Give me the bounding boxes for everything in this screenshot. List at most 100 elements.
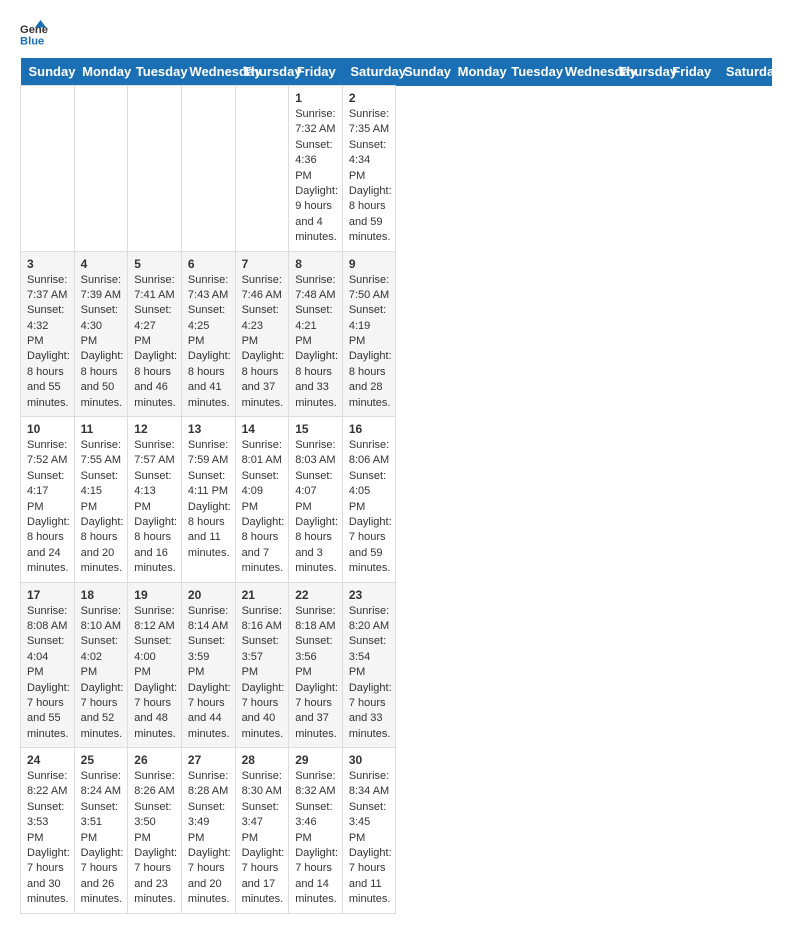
day-number: 25 bbox=[81, 753, 122, 767]
day-info: Sunrise: 7:32 AM Sunset: 4:36 PM Dayligh… bbox=[295, 107, 336, 246]
calendar-cell: 8 Sunrise: 7:48 AM Sunset: 4:21 PM Daylig… bbox=[289, 251, 343, 417]
day-info: Sunrise: 7:43 AM Sunset: 4:25 PM Dayligh… bbox=[188, 273, 229, 412]
calendar-cell: 25 Sunrise: 8:24 AM Sunset: 3:51 PM Dayli… bbox=[74, 748, 128, 914]
header-thursday: Thursday bbox=[235, 58, 289, 86]
calendar-cell: 11 Sunrise: 7:55 AM Sunset: 4:15 PM Dayli… bbox=[74, 417, 128, 583]
day-info: Sunrise: 7:55 AM Sunset: 4:15 PM Dayligh… bbox=[81, 438, 122, 577]
calendar-cell: 12 Sunrise: 7:57 AM Sunset: 4:13 PM Dayli… bbox=[128, 417, 182, 583]
calendar-cell: 28 Sunrise: 8:30 AM Sunset: 3:47 PM Dayli… bbox=[235, 748, 289, 914]
day-info: Sunrise: 8:32 AM Sunset: 3:46 PM Dayligh… bbox=[295, 769, 336, 908]
day-number: 18 bbox=[81, 588, 122, 602]
calendar-cell: 20 Sunrise: 8:14 AM Sunset: 3:59 PM Dayli… bbox=[181, 582, 235, 748]
day-info: Sunrise: 8:08 AM Sunset: 4:04 PM Dayligh… bbox=[27, 604, 68, 743]
logo: General Blue bbox=[20, 20, 52, 48]
day-info: Sunrise: 7:48 AM Sunset: 4:21 PM Dayligh… bbox=[295, 273, 336, 412]
day-number: 26 bbox=[134, 753, 175, 767]
day-number: 16 bbox=[349, 422, 390, 436]
day-info: Sunrise: 8:26 AM Sunset: 3:50 PM Dayligh… bbox=[134, 769, 175, 908]
day-info: Sunrise: 8:28 AM Sunset: 3:49 PM Dayligh… bbox=[188, 769, 229, 908]
calendar-cell bbox=[128, 86, 182, 252]
calendar-cell: 23 Sunrise: 8:20 AM Sunset: 3:54 PM Dayli… bbox=[342, 582, 396, 748]
day-number: 8 bbox=[295, 257, 336, 271]
day-info: Sunrise: 8:18 AM Sunset: 3:56 PM Dayligh… bbox=[295, 604, 336, 743]
calendar-cell: 14Sunrise: 8:01 AM Sunset: 4:09 PM Dayli… bbox=[235, 417, 289, 583]
calendar-cell: 6 Sunrise: 7:43 AM Sunset: 4:25 PM Daylig… bbox=[181, 251, 235, 417]
day-info: Sunrise: 7:46 AM Sunset: 4:23 PM Dayligh… bbox=[242, 273, 283, 412]
header-friday: Friday bbox=[664, 58, 718, 86]
svg-text:Blue: Blue bbox=[20, 35, 44, 47]
calendar-week-row: 17 Sunrise: 8:08 AM Sunset: 4:04 PM Dayli… bbox=[21, 582, 772, 748]
header-wednesday: Wednesday bbox=[557, 58, 611, 86]
day-number: 12 bbox=[134, 422, 175, 436]
calendar-cell: 9Sunrise: 7:50 AM Sunset: 4:19 PM Daylig… bbox=[342, 251, 396, 417]
day-info: Sunrise: 8:10 AM Sunset: 4:02 PM Dayligh… bbox=[81, 604, 122, 743]
day-number: 1 bbox=[295, 91, 336, 105]
day-number: 7 bbox=[242, 257, 283, 271]
day-info: Sunrise: 7:57 AM Sunset: 4:13 PM Dayligh… bbox=[134, 438, 175, 577]
day-info: Sunrise: 7:39 AM Sunset: 4:30 PM Dayligh… bbox=[81, 273, 122, 412]
day-info: Sunrise: 8:22 AM Sunset: 3:53 PM Dayligh… bbox=[27, 769, 68, 908]
calendar-cell: 1 Sunrise: 7:32 AM Sunset: 4:36 PM Daylig… bbox=[289, 86, 343, 252]
day-info: Sunrise: 8:20 AM Sunset: 3:54 PM Dayligh… bbox=[349, 604, 390, 743]
header-wednesday: Wednesday bbox=[181, 58, 235, 86]
calendar-cell: 24Sunrise: 8:22 AM Sunset: 3:53 PM Dayli… bbox=[21, 748, 75, 914]
header-saturday: Saturday bbox=[718, 58, 772, 86]
day-number: 17 bbox=[27, 588, 68, 602]
calendar-cell: 22Sunrise: 8:18 AM Sunset: 3:56 PM Dayli… bbox=[289, 582, 343, 748]
calendar-table: SundayMondayTuesdayWednesdayThursdayFrid… bbox=[20, 58, 772, 914]
calendar-cell: 17 Sunrise: 8:08 AM Sunset: 4:04 PM Dayli… bbox=[21, 582, 75, 748]
calendar-cell: 7 Sunrise: 7:46 AM Sunset: 4:23 PM Daylig… bbox=[235, 251, 289, 417]
calendar-cell: 30 Sunrise: 8:34 AM Sunset: 3:45 PM Dayli… bbox=[342, 748, 396, 914]
day-number: 30 bbox=[349, 753, 390, 767]
day-number: 11 bbox=[81, 422, 122, 436]
calendar-cell: 21Sunrise: 8:16 AM Sunset: 3:57 PM Dayli… bbox=[235, 582, 289, 748]
calendar-cell bbox=[74, 86, 128, 252]
page-header: General Blue bbox=[20, 20, 772, 48]
header-thursday: Thursday bbox=[611, 58, 665, 86]
day-info: Sunrise: 8:34 AM Sunset: 3:45 PM Dayligh… bbox=[349, 769, 390, 908]
day-number: 27 bbox=[188, 753, 229, 767]
logo-icon: General Blue bbox=[20, 20, 48, 48]
day-number: 2 bbox=[349, 91, 390, 105]
calendar-week-row: 24Sunrise: 8:22 AM Sunset: 3:53 PM Dayli… bbox=[21, 748, 772, 914]
calendar-cell bbox=[181, 86, 235, 252]
day-info: Sunrise: 7:41 AM Sunset: 4:27 PM Dayligh… bbox=[134, 273, 175, 412]
header-sunday: Sunday bbox=[396, 58, 450, 86]
header-sunday: Sunday bbox=[21, 58, 75, 86]
day-number: 19 bbox=[134, 588, 175, 602]
calendar-cell: 15Sunrise: 8:03 AM Sunset: 4:07 PM Dayli… bbox=[289, 417, 343, 583]
calendar-cell: 27 Sunrise: 8:28 AM Sunset: 3:49 PM Dayli… bbox=[181, 748, 235, 914]
day-number: 13 bbox=[188, 422, 229, 436]
calendar-cell: 26 Sunrise: 8:26 AM Sunset: 3:50 PM Dayli… bbox=[128, 748, 182, 914]
calendar-cell bbox=[235, 86, 289, 252]
header-monday: Monday bbox=[74, 58, 128, 86]
day-number: 29 bbox=[295, 753, 336, 767]
calendar-cell bbox=[21, 86, 75, 252]
calendar-cell: 2Sunrise: 7:35 AM Sunset: 4:34 PM Daylig… bbox=[342, 86, 396, 252]
day-info: Sunrise: 7:59 AM Sunset: 4:11 PM Dayligh… bbox=[188, 438, 229, 561]
calendar-week-row: 1 Sunrise: 7:32 AM Sunset: 4:36 PM Daylig… bbox=[21, 86, 772, 252]
day-info: Sunrise: 8:03 AM Sunset: 4:07 PM Dayligh… bbox=[295, 438, 336, 577]
day-info: Sunrise: 8:30 AM Sunset: 3:47 PM Dayligh… bbox=[242, 769, 283, 908]
day-number: 6 bbox=[188, 257, 229, 271]
calendar-cell: 3 Sunrise: 7:37 AM Sunset: 4:32 PM Daylig… bbox=[21, 251, 75, 417]
day-info: Sunrise: 7:37 AM Sunset: 4:32 PM Dayligh… bbox=[27, 273, 68, 412]
day-number: 3 bbox=[27, 257, 68, 271]
calendar-cell: 29 Sunrise: 8:32 AM Sunset: 3:46 PM Dayli… bbox=[289, 748, 343, 914]
header-tuesday: Tuesday bbox=[128, 58, 182, 86]
day-info: Sunrise: 7:52 AM Sunset: 4:17 PM Dayligh… bbox=[27, 438, 68, 577]
day-number: 10 bbox=[27, 422, 68, 436]
header-saturday: Saturday bbox=[342, 58, 396, 86]
day-number: 5 bbox=[134, 257, 175, 271]
day-number: 4 bbox=[81, 257, 122, 271]
day-info: Sunrise: 8:14 AM Sunset: 3:59 PM Dayligh… bbox=[188, 604, 229, 743]
day-number: 23 bbox=[349, 588, 390, 602]
calendar-week-row: 3 Sunrise: 7:37 AM Sunset: 4:32 PM Daylig… bbox=[21, 251, 772, 417]
calendar-week-row: 10 Sunrise: 7:52 AM Sunset: 4:17 PM Dayli… bbox=[21, 417, 772, 583]
day-info: Sunrise: 8:01 AM Sunset: 4:09 PM Dayligh… bbox=[242, 438, 283, 577]
day-number: 20 bbox=[188, 588, 229, 602]
day-number: 28 bbox=[242, 753, 283, 767]
calendar-cell: 13 Sunrise: 7:59 AM Sunset: 4:11 PM Dayli… bbox=[181, 417, 235, 583]
day-info: Sunrise: 8:24 AM Sunset: 3:51 PM Dayligh… bbox=[81, 769, 122, 908]
calendar-header-row: SundayMondayTuesdayWednesdayThursdayFrid… bbox=[21, 58, 772, 86]
